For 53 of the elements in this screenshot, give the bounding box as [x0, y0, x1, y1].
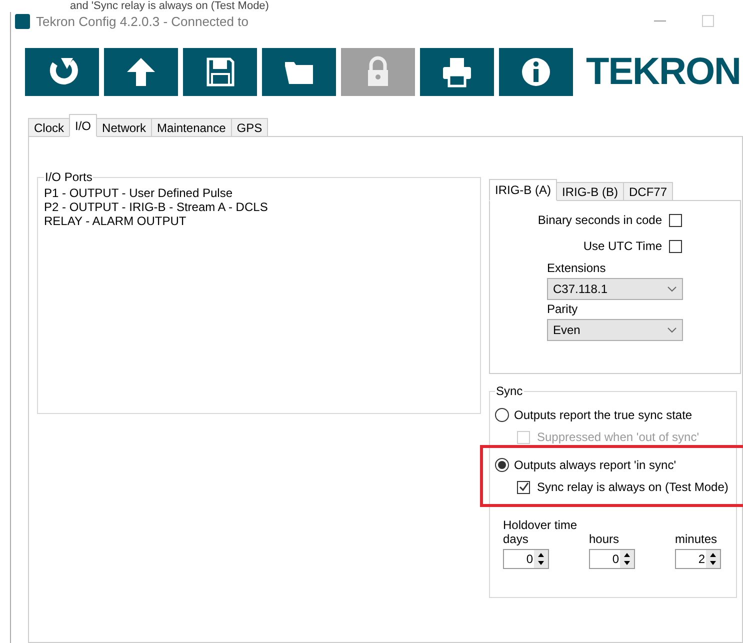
checkbox[interactable] — [517, 480, 530, 494]
tab[interactable]: I/O — [69, 114, 98, 137]
dropdown[interactable]: C37.118.1 — [547, 278, 683, 300]
info-icon — [520, 56, 552, 88]
group-title: Sync — [495, 384, 524, 398]
toolbar-button[interactable] — [25, 48, 99, 96]
spin-arrows-icon[interactable] — [620, 550, 634, 568]
tab[interactable]: Clock — [28, 118, 70, 137]
checkbox-label: Suppressed when 'out of sync' — [537, 430, 700, 444]
tab[interactable]: GPS — [230, 118, 268, 137]
dropdown[interactable]: Even — [547, 319, 683, 341]
field-label: days — [503, 532, 530, 546]
checkbox[interactable] — [669, 240, 682, 252]
number-spinner[interactable]: 0 — [589, 549, 635, 569]
toolbar-button[interactable] — [104, 48, 178, 96]
app-logo-icon — [15, 14, 30, 28]
dropdown-label: Extensions — [547, 261, 607, 275]
upload-arrow-icon — [125, 56, 157, 88]
tab[interactable]: DCF77 — [623, 182, 674, 201]
spin-arrows-icon[interactable] — [534, 550, 548, 568]
tab[interactable]: Network — [96, 118, 152, 137]
logo: TEKRON — [586, 50, 740, 94]
chevron-down-icon — [667, 327, 677, 333]
window-title: Tekron Config 4.2.0.3 - Connected to — [36, 14, 250, 28]
tab[interactable]: IRIG-B (A) — [489, 179, 557, 201]
printer-icon — [441, 56, 473, 88]
radio-label: Outputs always report 'in sync' — [514, 458, 676, 472]
group-title: I/O Ports — [44, 170, 94, 184]
checkbox-label: Use UTC Time — [583, 239, 662, 253]
dropdown-label: Parity — [547, 302, 579, 316]
checkbox-label: Sync relay is always on (Test Mode) — [537, 480, 728, 494]
toolbar-button[interactable] — [183, 48, 257, 96]
toolbar-button[interactable] — [499, 48, 573, 96]
spin-arrows-icon[interactable] — [706, 550, 720, 568]
checkbox-label: Binary seconds in code — [538, 213, 662, 227]
toolbar-button[interactable] — [420, 48, 494, 96]
number-spinner[interactable]: 2 — [675, 549, 721, 569]
holdover-label: Holdover time — [503, 518, 578, 532]
radio-button[interactable] — [495, 458, 509, 472]
port-item[interactable]: RELAY - ALARM OUTPUT — [44, 214, 474, 228]
toolbar-button[interactable] — [262, 48, 336, 96]
checkbox[interactable] — [669, 214, 682, 226]
field-label: minutes — [675, 532, 718, 546]
caption-text: and 'Sync relay is always on (Test Mode) — [69, 0, 270, 12]
radio-button[interactable] — [495, 408, 509, 422]
port-item[interactable]: P1 - OUTPUT - User Defined Pulse — [44, 186, 474, 200]
field-label: hours — [589, 532, 620, 546]
chevron-down-icon — [667, 286, 677, 292]
tab[interactable]: IRIG-B (B) — [556, 182, 624, 201]
tab[interactable]: Maintenance — [151, 118, 232, 137]
port-item[interactable]: P2 - OUTPUT - IRIG-B - Stream A - DCLS — [44, 200, 474, 214]
radio-label: Outputs report the true sync state — [514, 408, 692, 422]
number-spinner[interactable]: 0 — [503, 549, 549, 569]
